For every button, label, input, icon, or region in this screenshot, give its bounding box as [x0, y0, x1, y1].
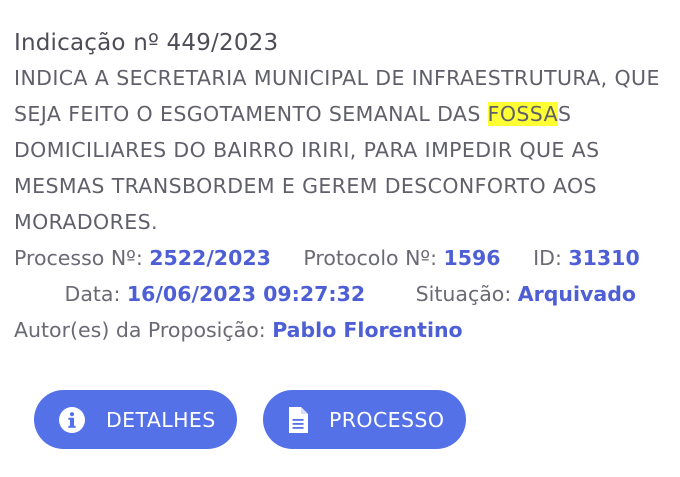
info-circle-icon — [58, 406, 86, 434]
action-buttons: DETALHES PROCESSO — [34, 390, 466, 449]
detalhes-label: DETALHES — [106, 407, 216, 432]
processo-value: 2522/2023 — [149, 246, 271, 270]
situacao-value: Arquivado — [517, 282, 637, 306]
search-highlight: FOSSA — [487, 102, 559, 126]
autor-value: Pablo Florentino — [272, 318, 463, 342]
data-label: Data: — [64, 282, 121, 306]
autor-label: Autor(es) da Proposição: — [14, 318, 266, 342]
document-icon — [287, 406, 309, 434]
id-value: 31310 — [568, 246, 640, 270]
situacao-label: Situação: — [415, 282, 512, 306]
processo-label-text: PROCESSO — [329, 407, 445, 432]
protocolo-value: 1596 — [443, 246, 501, 270]
proposal-meta: Processo Nº: 2522/2023 Protocolo Nº: 159… — [14, 240, 674, 348]
processo-button[interactable]: PROCESSO — [263, 390, 466, 449]
proposal-title: Indicação nº 449/2023 — [14, 30, 279, 56]
detalhes-button[interactable]: DETALHES — [34, 390, 237, 449]
proposal-summary: INDICA A SECRETARIA MUNICIPAL DE INFRAES… — [14, 60, 674, 240]
processo-label: Processo Nº: — [14, 246, 143, 270]
data-value: 16/06/2023 09:27:32 — [126, 282, 366, 306]
protocolo-label: Protocolo Nº: — [303, 246, 437, 270]
id-label: ID: — [533, 246, 562, 270]
proposal-card: Indicação nº 449/2023 INDICA A SECRETARI… — [14, 26, 674, 348]
